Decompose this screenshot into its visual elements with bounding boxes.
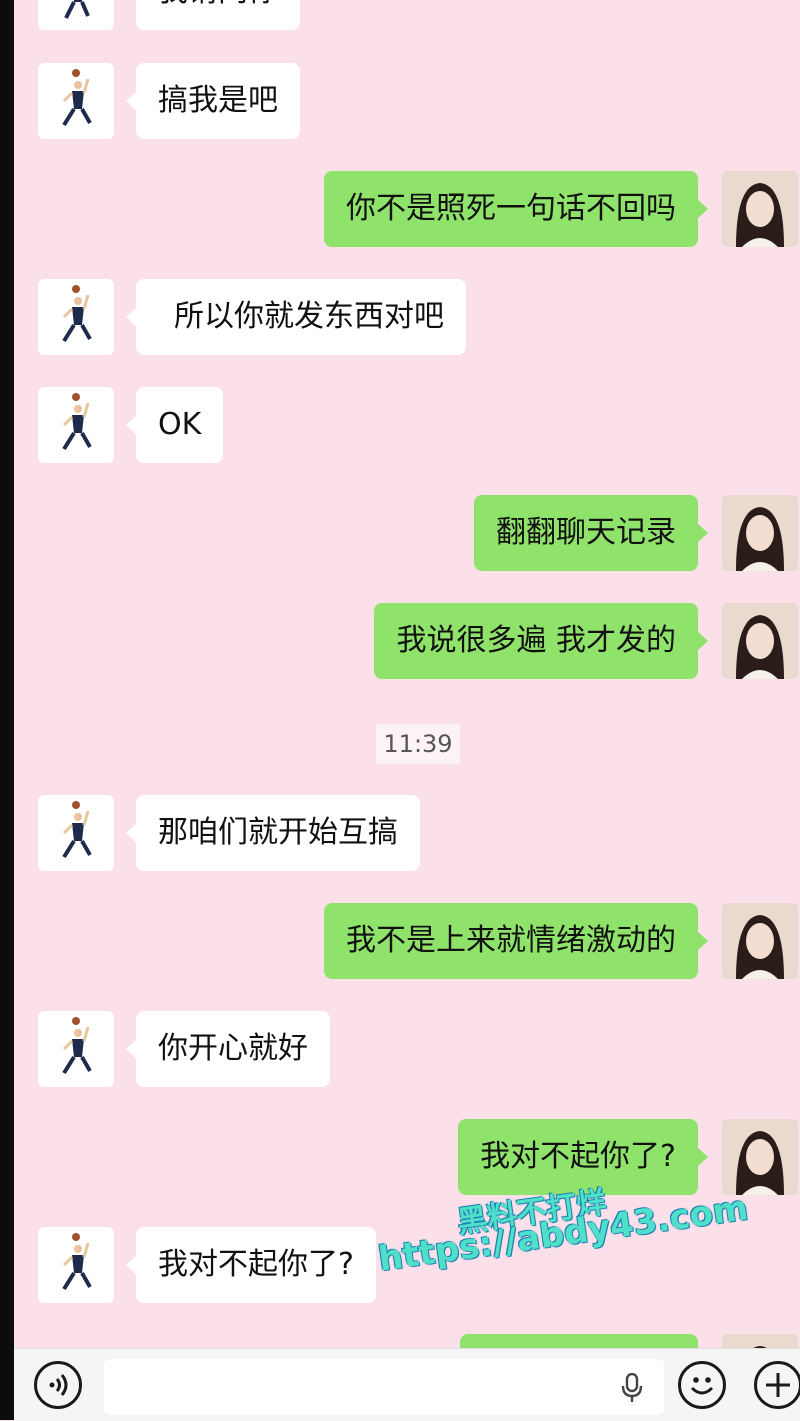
left-edge-bar: [0, 0, 14, 1420]
my-avatar[interactable]: [722, 171, 798, 247]
voice-icon: [49, 1374, 68, 1396]
contact-avatar[interactable]: [38, 795, 114, 871]
basketball-player-icon: [62, 69, 92, 127]
emoji-button[interactable]: [678, 1361, 726, 1409]
my-avatar[interactable]: [722, 495, 798, 571]
message-bubble-sent-partial[interactable]: [460, 1334, 698, 1348]
my-avatar[interactable]: [722, 903, 798, 979]
timestamp-label: 11:39: [376, 724, 460, 764]
contact-avatar[interactable]: [38, 387, 114, 463]
basketball-player-icon: [62, 1233, 92, 1291]
message-bubble-sent[interactable]: 我不是上来就情绪激动的: [324, 903, 708, 979]
my-avatar[interactable]: [722, 603, 798, 679]
basketball-player-icon: [62, 801, 92, 859]
my-avatar[interactable]: [722, 1119, 798, 1195]
message-bubble-received[interactable]: 我对不起你了?: [126, 1227, 376, 1303]
message-bubble-received[interactable]: 所以你就发东西对吧: [126, 279, 466, 355]
profile-photo-icon: [722, 1334, 798, 1348]
more-actions-button[interactable]: [754, 1361, 800, 1409]
basketball-player-icon: [62, 393, 92, 451]
contact-avatar[interactable]: [38, 279, 114, 355]
contact-avatar[interactable]: [38, 0, 114, 30]
profile-photo-icon: [722, 903, 798, 979]
contact-avatar[interactable]: [38, 63, 114, 139]
message-bubble-received[interactable]: OK: [125, 387, 224, 463]
message-bubble-received[interactable]: 搞我是吧: [126, 63, 300, 139]
basketball-player-icon: [62, 1017, 92, 1075]
my-avatar[interactable]: [722, 1334, 798, 1348]
emoji-icon: [690, 1377, 714, 1395]
plus-icon: [766, 1373, 790, 1397]
profile-photo-icon: [722, 603, 798, 679]
profile-photo-icon: [722, 1119, 798, 1195]
microphone-icon[interactable]: [620, 1373, 644, 1403]
message-bubble-sent[interactable]: 我说很多遍 我才发的: [374, 603, 708, 679]
message-bubble-sent[interactable]: 你不是照死一句话不回吗: [324, 171, 708, 247]
message-bubble-received[interactable]: 我请问你: [126, 0, 300, 30]
message-input[interactable]: [104, 1359, 664, 1415]
message-bubble-received[interactable]: 那咱们就开始互搞: [126, 795, 420, 871]
contact-avatar[interactable]: [38, 1227, 114, 1303]
contact-avatar[interactable]: [38, 1011, 114, 1087]
profile-photo-icon: [722, 495, 798, 571]
message-bubble-received[interactable]: 你开心就好: [126, 1011, 330, 1087]
voice-toggle-button[interactable]: [34, 1361, 82, 1409]
basketball-player-icon: [64, 0, 90, 19]
message-bubble-sent[interactable]: 翻翻聊天记录: [474, 495, 708, 571]
input-toolbar: [14, 1348, 800, 1421]
profile-photo-icon: [722, 171, 798, 247]
basketball-player-icon: [62, 285, 92, 343]
chat-message-list[interactable]: 我请问你 搞我是吧 你不是照死一句话不回吗 所以你就发东西对吧 OK 翻翻聊天记…: [14, 0, 800, 1348]
